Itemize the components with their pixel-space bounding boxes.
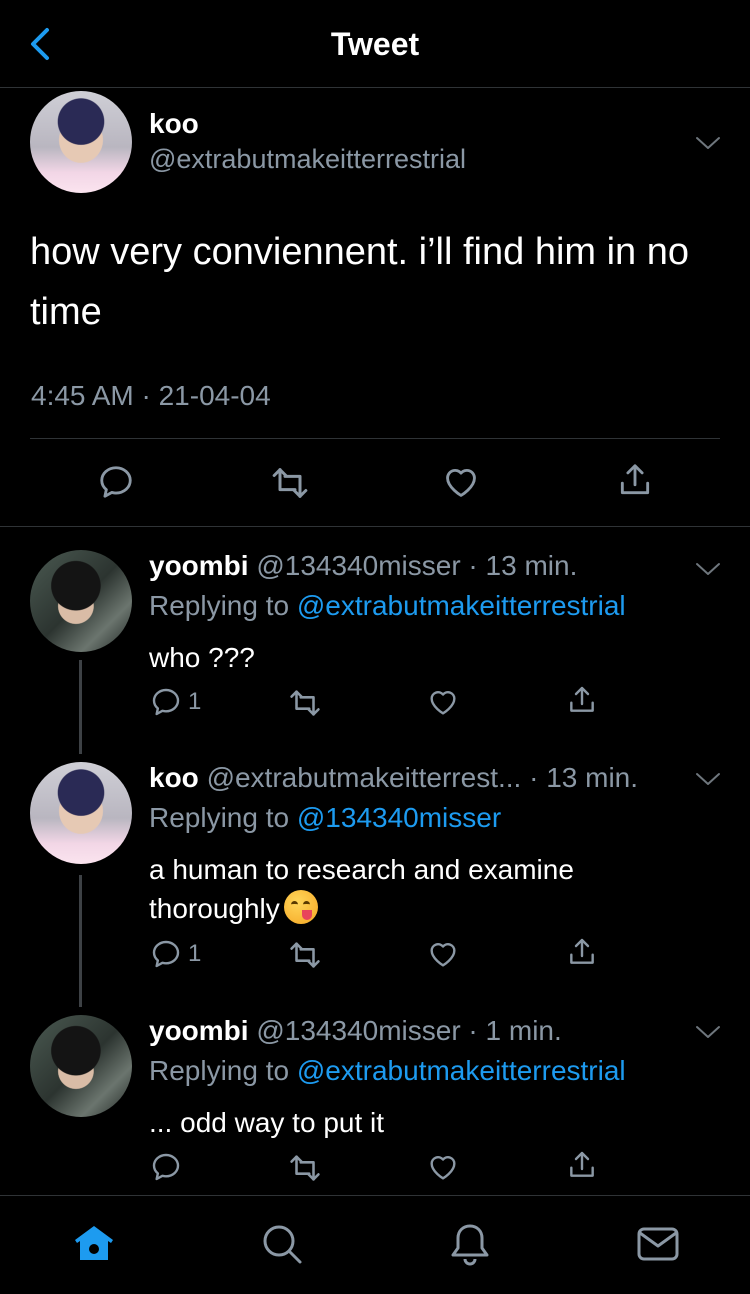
heart-icon xyxy=(427,1151,459,1183)
replying-to: Replying to @extrabutmakeitterrestrial xyxy=(149,590,626,622)
heart-icon xyxy=(442,463,480,501)
nav-header: Tweet xyxy=(0,0,750,88)
reply-header: koo @extrabutmakeitterrest... · 13 min. xyxy=(149,762,638,794)
notifications-icon[interactable] xyxy=(446,1220,494,1268)
home-icon[interactable] xyxy=(70,1220,118,1268)
reply-button[interactable] xyxy=(150,1151,182,1183)
retweet-icon xyxy=(288,686,322,720)
heart-icon xyxy=(427,686,459,718)
retweet-button[interactable] xyxy=(288,1151,322,1185)
reply-count: 1 xyxy=(188,688,202,715)
avatar[interactable] xyxy=(30,762,132,864)
share-button[interactable] xyxy=(566,684,598,716)
yum-emoji xyxy=(283,890,318,924)
avatar[interactable] xyxy=(30,550,132,652)
reply-tweet[interactable]: koo @extrabutmakeitterrest... · 13 min. … xyxy=(0,762,750,992)
reply-tweet[interactable]: yoombi @134340misser · 1 min. Replying t… xyxy=(0,1015,750,1195)
like-button[interactable] xyxy=(427,686,459,718)
share-button[interactable] xyxy=(616,461,654,499)
avatar[interactable] xyxy=(30,1015,132,1117)
author-name[interactable]: yoombi xyxy=(149,550,249,581)
main-tweet: koo @extrabutmakeitterrestrial how very … xyxy=(0,88,750,527)
like-button[interactable] xyxy=(427,938,459,970)
share-icon xyxy=(616,461,654,499)
replying-to: Replying to @extrabutmakeitterrestrial xyxy=(149,1055,626,1087)
like-button[interactable] xyxy=(442,463,480,501)
reply-count: 1 xyxy=(188,940,202,967)
reply-button[interactable]: 1 xyxy=(150,938,201,970)
tweet-timestamp: 4:45 AM · 21-04-04 xyxy=(31,380,271,411)
author-meta: @134340misser · 1 min. xyxy=(256,1015,562,1046)
tweet-text: how very conviennent. i’ll find him in n… xyxy=(30,231,690,333)
avatar[interactable] xyxy=(30,91,132,193)
chevron-down-icon[interactable] xyxy=(694,770,722,788)
chevron-down-icon[interactable] xyxy=(694,134,722,152)
tweet-text-container: a human to research and examine thorough… xyxy=(149,850,709,928)
reply-button[interactable] xyxy=(97,463,135,501)
reply-tweet[interactable]: yoombi @134340misser · 13 min. Replying … xyxy=(0,550,750,740)
comment-icon xyxy=(150,1151,182,1183)
share-icon xyxy=(566,1149,598,1181)
share-icon xyxy=(566,684,598,716)
replying-label: Replying to xyxy=(149,590,290,621)
replying-label: Replying to xyxy=(149,802,290,833)
author-meta: @extrabutmakeitterrest... · 13 min. xyxy=(206,762,639,793)
tab-bar xyxy=(0,1195,750,1294)
tweet-text: ... odd way to put it xyxy=(149,1107,385,1138)
share-icon xyxy=(566,936,598,968)
chevron-down-icon[interactable] xyxy=(694,1023,722,1041)
author-handle[interactable]: @extrabutmakeitterrestrial xyxy=(149,144,466,175)
retweet-button[interactable] xyxy=(288,686,322,720)
search-icon[interactable] xyxy=(258,1220,306,1268)
retweet-button[interactable] xyxy=(288,938,322,972)
messages-icon[interactable] xyxy=(634,1220,682,1268)
reply-header: yoombi @134340misser · 13 min. xyxy=(149,550,577,582)
comment-icon xyxy=(150,686,182,718)
chevron-down-icon[interactable] xyxy=(694,560,722,578)
share-button[interactable] xyxy=(566,936,598,968)
author-name[interactable]: koo xyxy=(149,762,199,793)
replying-to: Replying to @134340misser xyxy=(149,802,501,834)
share-button[interactable] xyxy=(566,1149,598,1181)
retweet-icon xyxy=(288,938,322,972)
tweet-text: who ??? xyxy=(149,642,255,673)
mention-link[interactable]: @extrabutmakeitterrestrial xyxy=(297,1055,626,1086)
tweet-text: a human to research and examine thorough… xyxy=(149,854,574,924)
divider xyxy=(30,438,720,439)
retweet-icon xyxy=(270,463,310,503)
retweet-icon xyxy=(288,1151,322,1185)
author-meta: @134340misser · 13 min. xyxy=(256,550,578,581)
mention-link[interactable]: @134340misser xyxy=(297,802,501,833)
comment-icon xyxy=(150,938,182,970)
author-name[interactable]: koo xyxy=(149,108,199,140)
reply-header: yoombi @134340misser · 1 min. xyxy=(149,1015,562,1047)
comment-icon xyxy=(97,463,135,501)
page-title: Tweet xyxy=(330,26,420,62)
heart-icon xyxy=(427,938,459,970)
replying-label: Replying to xyxy=(149,1055,290,1086)
reply-button[interactable]: 1 xyxy=(150,686,201,718)
author-name[interactable]: yoombi xyxy=(149,1015,249,1046)
retweet-button[interactable] xyxy=(270,463,310,503)
mention-link[interactable]: @extrabutmakeitterrestrial xyxy=(297,590,626,621)
like-button[interactable] xyxy=(427,1151,459,1183)
